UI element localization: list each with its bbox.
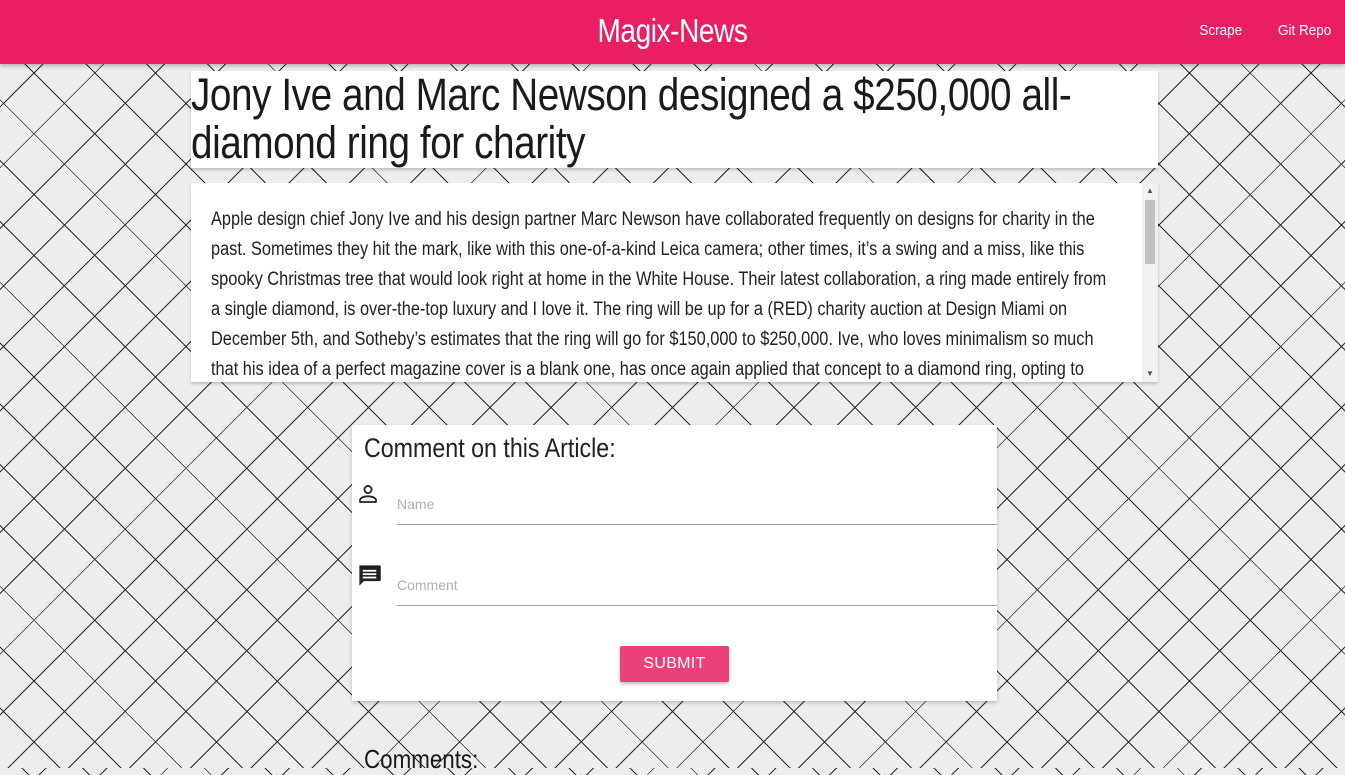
article-title-card: Jony Ive and Marc Newson designed a $250… [191, 71, 1158, 168]
scroll-up-arrow-icon[interactable]: ▲ [1142, 183, 1158, 199]
nav-links: Scrape Git Repo [1197, 22, 1334, 39]
person-icon [356, 482, 380, 511]
scrape-link[interactable]: Scrape [1200, 22, 1243, 39]
article-title: Jony Ive and Marc Newson designed a $250… [191, 71, 1072, 168]
name-input[interactable] [397, 484, 997, 524]
article-body-card: Apple design chief Jony Ive and his desi… [191, 183, 1158, 382]
comment-field [397, 565, 997, 606]
name-field [397, 484, 997, 525]
submit-button[interactable]: Submit [620, 646, 729, 682]
scroll-down-arrow-icon[interactable]: ▼ [1142, 366, 1158, 382]
navbar: Magix-News Scrape Git Repo [0, 0, 1345, 64]
git-repo-link[interactable]: Git Repo [1278, 22, 1331, 39]
comments-heading: Comments: [364, 744, 479, 774]
comment-icon [356, 562, 383, 594]
scroll-thumb[interactable] [1145, 200, 1155, 264]
article-body: Apple design chief Jony Ive and his desi… [211, 209, 1107, 380]
brand-logo[interactable]: Magix-News [101, 12, 1244, 50]
comment-form-card: Comment on this Article: Submit [352, 425, 997, 701]
comment-input[interactable] [397, 565, 997, 605]
comment-form-heading: Comment on this Article: [364, 433, 616, 463]
article-scrollbar[interactable]: ▲ ▼ [1142, 183, 1158, 382]
